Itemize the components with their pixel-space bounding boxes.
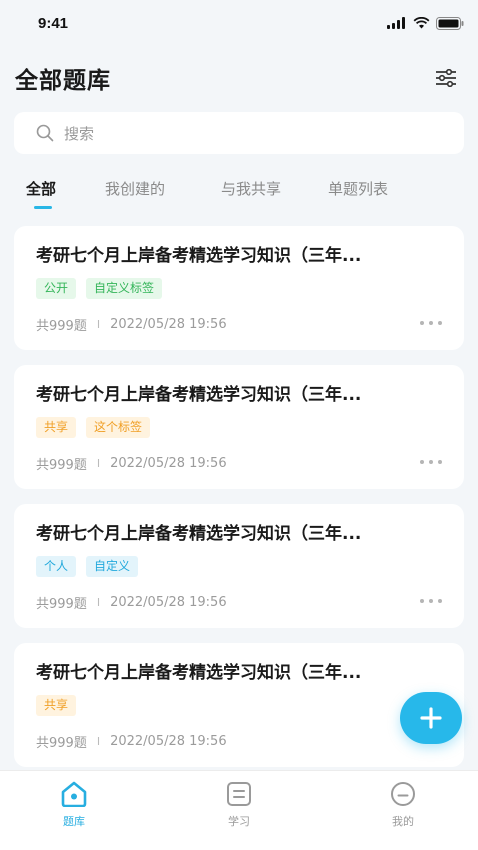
tab-created-by-me[interactable]: 我创建的: [105, 178, 165, 199]
tab-single-question-list[interactable]: 单题列表: [328, 178, 388, 199]
tag-custom-label: 自定义: [86, 556, 139, 577]
more-options-icon[interactable]: [420, 596, 442, 606]
search-placeholder: 搜索: [64, 124, 95, 143]
tabbar-item-question-bank[interactable]: 题库: [44, 781, 104, 829]
tabbar-item-profile[interactable]: 我的: [373, 781, 433, 829]
card-title: 考研七个月上岸备考精选学习知识（三年...: [36, 385, 362, 405]
add-button[interactable]: [400, 692, 462, 744]
tab-all[interactable]: 全部: [26, 178, 56, 199]
search-input[interactable]: 搜索: [14, 112, 464, 154]
tab-bar: 全部 我创建的 与我共享 单题列表: [0, 170, 478, 214]
status-icons: [387, 16, 464, 30]
battery-icon: [436, 16, 464, 30]
card-tags: 个人 自定义: [36, 556, 442, 578]
question-count: 共999题: [36, 735, 87, 751]
tag-shared: 共享: [36, 695, 77, 716]
study-icon: [227, 782, 251, 806]
card-date: 2022/05/28 19:56: [110, 316, 227, 332]
card-tags: 公开 自定义标签: [36, 278, 442, 300]
question-count: 共999题: [36, 457, 87, 473]
signal-icon: [387, 17, 405, 29]
tabbar-label: 题库: [63, 815, 85, 828]
card-tags: 共享 这个标签: [36, 417, 442, 439]
header: 全部题库: [0, 56, 478, 100]
question-bank-card[interactable]: 考研七个月上岸备考精选学习知识（三年... 共享 这个标签 共999题 I 20…: [14, 365, 464, 489]
tag-shared: 共享: [36, 417, 77, 438]
profile-icon: [391, 782, 415, 806]
card-tags: 共享: [36, 695, 442, 717]
tag-personal: 个人: [36, 556, 77, 577]
tag-custom-label: 这个标签: [86, 417, 151, 438]
meta-separator: I: [96, 456, 101, 470]
card-meta: 共999题 I 2022/05/28 19:56: [36, 592, 442, 612]
tab-shared-with-me[interactable]: 与我共享: [221, 178, 281, 199]
meta-separator: I: [96, 317, 101, 331]
question-bank-card[interactable]: 考研七个月上岸备考精选学习知识（三年... 共享 共999题 I 2022/05…: [14, 643, 464, 767]
tabbar-label: 学习: [228, 815, 250, 828]
tabbar-label: 我的: [392, 815, 414, 828]
bottom-tab-bar: 题库 学习 我的: [0, 770, 478, 850]
status-bar: 9:41: [0, 0, 478, 46]
question-bank-card[interactable]: 考研七个月上岸备考精选学习知识（三年... 公开 自定义标签 共999题 I 2…: [14, 226, 464, 350]
card-date: 2022/05/28 19:56: [110, 455, 227, 471]
wifi-icon: [413, 17, 430, 29]
tag-public: 公开: [36, 278, 77, 299]
plus-icon: [420, 707, 442, 729]
card-date: 2022/05/28 19:56: [110, 594, 227, 610]
card-title: 考研七个月上岸备考精选学习知识（三年...: [36, 246, 362, 266]
filter-button[interactable]: [432, 64, 460, 92]
search-icon: [36, 124, 54, 142]
card-date: 2022/05/28 19:56: [110, 733, 227, 749]
card-title: 考研七个月上岸备考精选学习知识（三年...: [36, 524, 362, 544]
more-options-icon[interactable]: [420, 457, 442, 467]
question-count: 共999题: [36, 318, 87, 334]
meta-separator: I: [96, 595, 101, 609]
card-title: 考研七个月上岸备考精选学习知识（三年...: [36, 663, 362, 683]
tag-custom-label: 自定义标签: [86, 278, 163, 299]
tabbar-item-study[interactable]: 学习: [209, 781, 269, 829]
card-meta: 共999题 I 2022/05/28 19:56: [36, 453, 442, 473]
status-time: 9:41: [38, 14, 69, 32]
question-bank-card[interactable]: 考研七个月上岸备考精选学习知识（三年... 个人 自定义 共999题 I 202…: [14, 504, 464, 628]
question-count: 共999题: [36, 596, 87, 612]
page-title: 全部题库: [15, 68, 111, 94]
home-icon: [61, 781, 87, 807]
more-options-icon[interactable]: [420, 318, 442, 328]
card-meta: 共999题 I 2022/05/28 19:56: [36, 731, 442, 751]
active-tab-indicator: [34, 206, 52, 209]
filter-icon: [436, 69, 456, 87]
card-meta: 共999题 I 2022/05/28 19:56: [36, 314, 442, 334]
meta-separator: I: [96, 734, 101, 748]
